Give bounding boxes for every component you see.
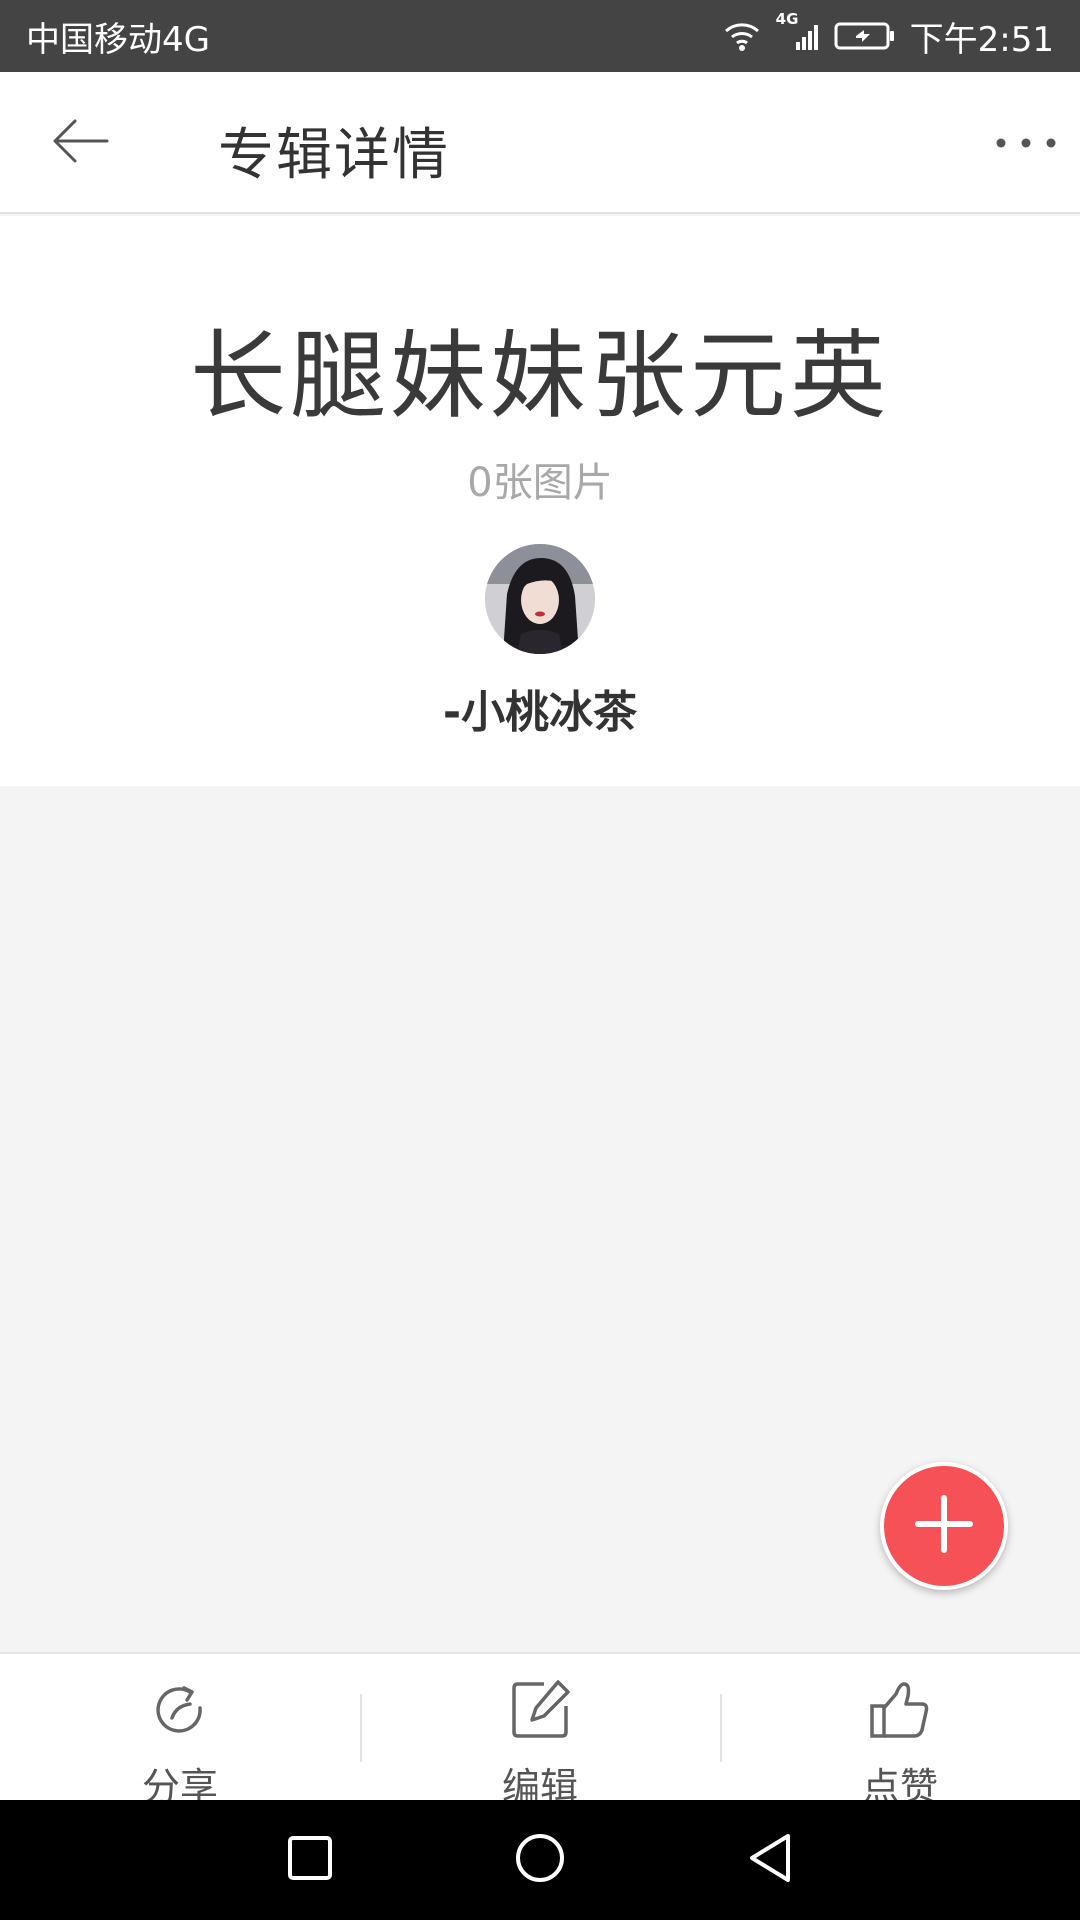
- author-avatar[interactable]: [485, 544, 595, 654]
- plus-icon: [912, 1492, 976, 1560]
- recent-apps-icon[interactable]: [286, 1834, 334, 1886]
- back-icon[interactable]: [746, 1832, 794, 1888]
- status-icons: 4G 下午2:51: [722, 10, 1054, 61]
- system-nav-bar: [0, 1800, 1080, 1920]
- page-title: 专辑详情: [218, 123, 450, 188]
- back-button[interactable]: [44, 110, 116, 176]
- back-arrow-icon: [49, 116, 111, 170]
- clock: 下午2:51: [909, 19, 1054, 60]
- thumbs-up-icon: [868, 1678, 932, 1746]
- cellular-signal-icon: 4G: [776, 10, 820, 52]
- more-options-icon: [993, 135, 1059, 154]
- more-options-button[interactable]: [986, 122, 1066, 166]
- status-bar: 中国移动4G 4G 下午2:51: [0, 0, 1080, 72]
- edit-button[interactable]: 编辑: [360, 1654, 720, 1809]
- battery-icon: [834, 21, 896, 51]
- bottom-action-bar: 分享 编辑 点赞: [0, 1652, 1080, 1809]
- share-button[interactable]: 分享: [0, 1654, 360, 1809]
- wifi-icon: [722, 20, 762, 52]
- network-type-badge: 4G: [775, 10, 799, 28]
- album-header: 长腿妹妹张元英 0张图片 -小桃冰茶: [0, 216, 1080, 786]
- album-title: 长腿妹妹张元英: [190, 320, 890, 432]
- edit-icon: [508, 1678, 572, 1746]
- add-photo-button[interactable]: [880, 1462, 1008, 1590]
- photo-count: 0张图片: [467, 460, 613, 506]
- app-bar: 专辑详情: [0, 72, 1080, 214]
- carrier-label: 中国移动4G: [26, 19, 210, 60]
- author-name[interactable]: -小桃冰茶: [0, 676, 1080, 740]
- like-button[interactable]: 点赞: [720, 1654, 1080, 1809]
- share-icon: [148, 1678, 212, 1746]
- home-icon[interactable]: [514, 1832, 566, 1888]
